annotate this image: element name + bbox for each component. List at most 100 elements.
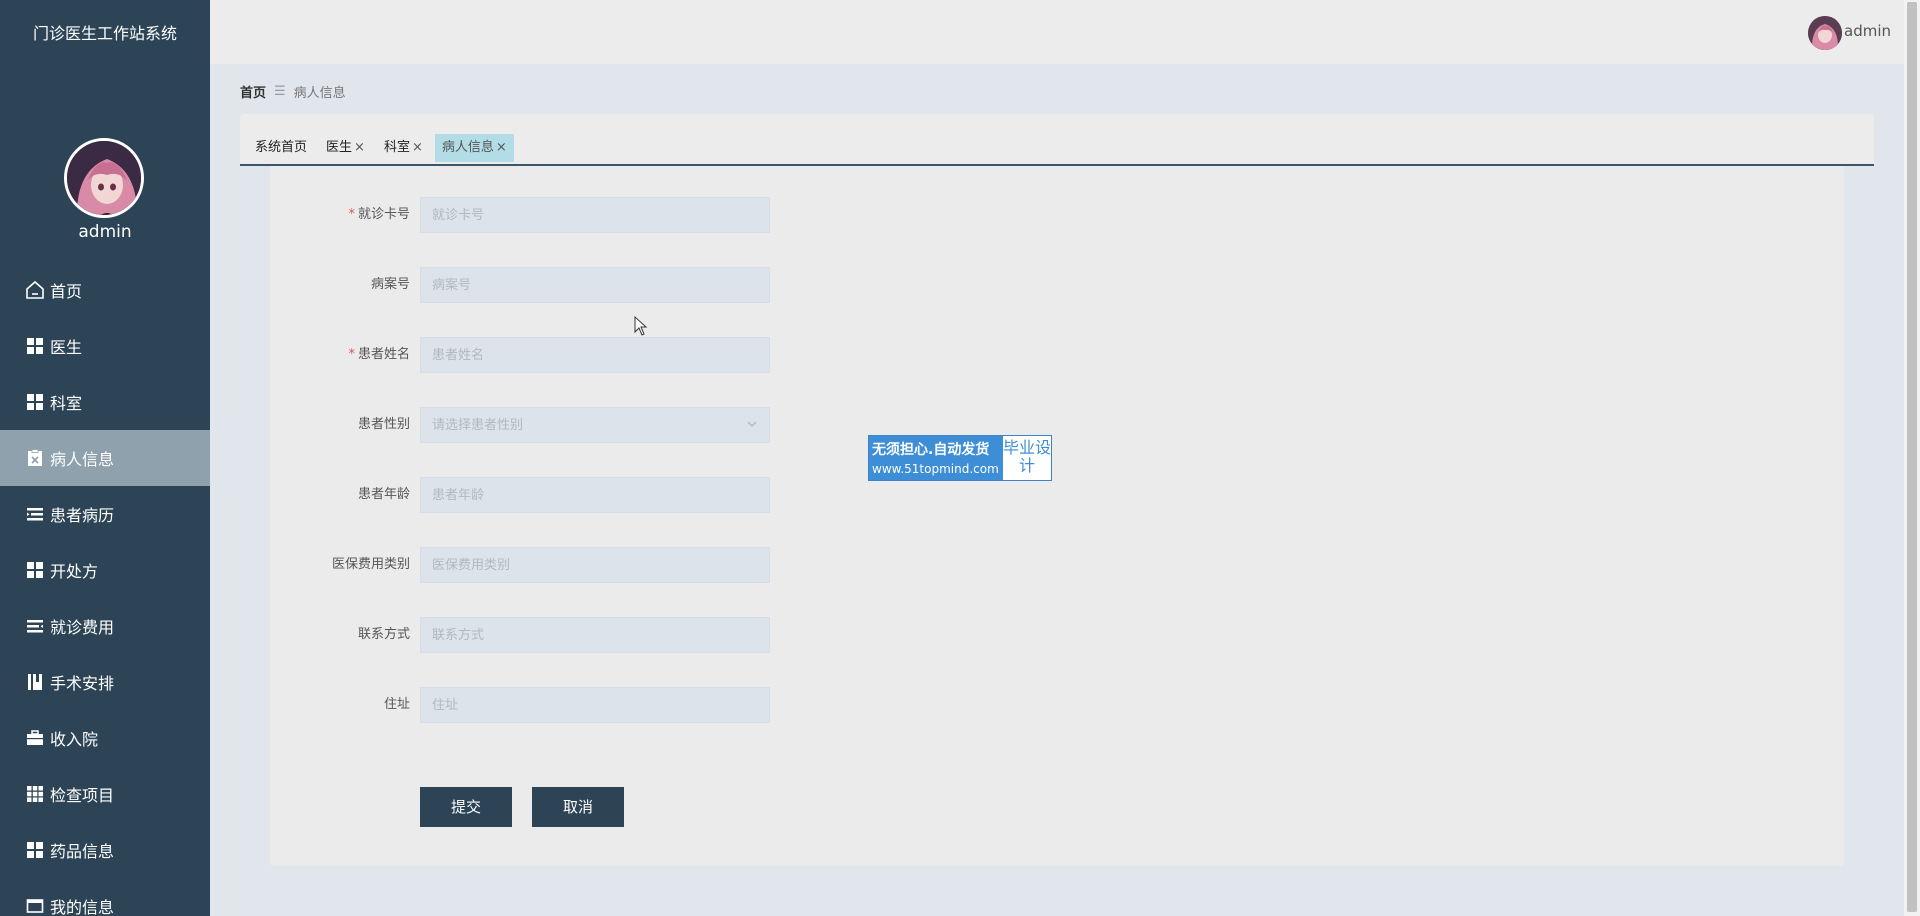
sidebar-item-label: 首页: [50, 282, 83, 301]
grid9-icon: [25, 784, 45, 804]
sidebar-item-prescription[interactable]: 开处方: [0, 542, 210, 598]
form-row-address: 住址: [270, 687, 1070, 723]
card-no-input[interactable]: [420, 197, 770, 233]
form-row-insurance-type: 医保费用类别: [270, 547, 1070, 583]
tab-label: 科室: [383, 140, 410, 155]
tabs-bar: 系统首页 医生 × 科室 × 病人信息 ×: [240, 114, 1874, 166]
tab-doctor[interactable]: 医生 ×: [319, 134, 372, 162]
grid-icon: [25, 840, 45, 860]
watermark-right: 毕业设计: [1003, 438, 1052, 475]
age-input[interactable]: [420, 477, 770, 513]
list-icon: [25, 616, 45, 636]
field-label: 住址: [383, 697, 410, 712]
sidebar-item-department[interactable]: 科室: [0, 374, 210, 430]
breadcrumb-separator-icon: ☰: [274, 84, 286, 99]
watermark-line1: 无须担心.自动发货: [872, 442, 990, 458]
tab-system-home[interactable]: 系统首页: [248, 134, 315, 162]
briefcase-icon: [25, 728, 45, 748]
breadcrumb-current: 病人信息: [293, 86, 346, 101]
tab-label: 病人信息: [441, 140, 494, 155]
grid-icon: [25, 336, 45, 356]
gender-select[interactable]: [420, 407, 770, 443]
app-title: 门诊医生工作站系统: [32, 24, 177, 43]
scrollbar-thumb[interactable]: [1907, 2, 1917, 912]
insurance-type-input[interactable]: [420, 547, 770, 583]
chevron-down-icon: [747, 421, 757, 427]
close-icon[interactable]: ×: [354, 140, 365, 155]
field-label: 患者年龄: [357, 487, 410, 502]
sidebar-item-patient-info[interactable]: 病人信息: [0, 430, 210, 486]
sidebar-item-label: 药品信息: [50, 842, 115, 861]
form-label: 患者年龄: [270, 477, 410, 513]
header-avatar[interactable]: [1808, 16, 1842, 50]
page-scrollbar[interactable]: [1904, 0, 1920, 916]
sidebar-item-label: 收入院: [50, 730, 99, 749]
header-username[interactable]: admin: [1844, 22, 1904, 40]
tab-label: 医生: [326, 140, 353, 155]
close-icon[interactable]: ×: [412, 140, 423, 155]
sidebar-item-surgery[interactable]: 手术安排: [0, 654, 210, 710]
form-label: 患者性别: [270, 407, 410, 443]
address-input[interactable]: [420, 687, 770, 723]
tab-patient-info[interactable]: 病人信息 ×: [434, 134, 514, 162]
card-icon: [25, 896, 45, 916]
sidebar-item-visit-fee[interactable]: 就诊费用: [0, 598, 210, 654]
watermark-left: 无须担心.自动发货 www.51topmind.com: [869, 436, 1003, 480]
sidebar-item-label: 检查项目: [50, 786, 115, 805]
form-label: 医保费用类别: [270, 547, 410, 583]
sidebar-item-my-info[interactable]: 我的信息: [0, 878, 210, 916]
form-row-age: 患者年龄: [270, 477, 1070, 513]
sidebar-item-drug[interactable]: 药品信息: [0, 822, 210, 878]
tab-label: 系统首页: [255, 140, 308, 155]
form-row-patient-name: * 患者姓名: [270, 337, 1070, 373]
required-mark: *: [348, 207, 355, 222]
required-mark: *: [348, 347, 355, 362]
sidebar-avatar: [64, 138, 144, 218]
home-icon: [25, 280, 45, 300]
sidebar-username: admin: [78, 222, 132, 242]
watermark-logo: 无须担心.自动发货 www.51topmind.com 毕业设计: [868, 435, 1052, 481]
field-label: 医保费用类别: [331, 557, 410, 572]
grid-icon: [25, 560, 45, 580]
sidebar-item-label: 科室: [50, 394, 83, 413]
form-label: 联系方式: [270, 617, 410, 653]
sidebar-item-label: 病人信息: [50, 450, 115, 469]
field-label: 就诊卡号: [357, 207, 410, 222]
field-label: 患者姓名: [357, 347, 410, 362]
sidebar-menu: 首页 医生 科室 病人信息 患者病历 开处方 就诊费用 手术安排 收入院 检查项…: [0, 262, 210, 916]
sidebar-item-label: 手术安排: [50, 674, 115, 693]
case-no-input[interactable]: [420, 267, 770, 303]
sidebar-item-label: 我的信息: [50, 898, 115, 916]
sidebar: 门诊医生工作站系统 admin 首页 医生 科室 病人信息 患者病历 开处方 就…: [0, 0, 210, 916]
form-label: * 就诊卡号: [270, 197, 410, 233]
contact-input[interactable]: [420, 617, 770, 653]
close-icon[interactable]: ×: [496, 140, 507, 155]
sidebar-item-doctor[interactable]: 医生: [0, 318, 210, 374]
patient-name-input[interactable]: [420, 337, 770, 373]
sidebar-item-admission[interactable]: 收入院: [0, 710, 210, 766]
clipboard-icon: [25, 448, 45, 468]
tab-department[interactable]: 科室 ×: [376, 134, 430, 162]
sidebar-item-label: 医生: [50, 338, 83, 357]
avatar-image: [1808, 16, 1842, 50]
top-header: admin: [210, 0, 1904, 64]
sidebar-item-exam[interactable]: 检查项目: [0, 766, 210, 822]
form-row-card-no: * 就诊卡号: [270, 197, 1070, 233]
list-icon: [25, 504, 45, 524]
cancel-button[interactable]: 取消: [532, 787, 624, 827]
field-label: 病案号: [370, 277, 410, 292]
sidebar-item-medical-record[interactable]: 患者病历: [0, 486, 210, 542]
form-row-case-no: 病案号: [270, 267, 1070, 303]
breadcrumb: 首页 ☰ 病人信息: [240, 82, 346, 101]
form-label: * 患者姓名: [270, 337, 410, 373]
submit-button[interactable]: 提交: [420, 787, 512, 827]
mouse-cursor-icon: [634, 316, 648, 336]
sidebar-item-label: 开处方: [50, 562, 99, 581]
sidebar-item-home[interactable]: 首页: [0, 262, 210, 318]
watermark-line2: www.51topmind.com: [872, 462, 999, 476]
sidebar-item-label: 就诊费用: [50, 618, 115, 637]
grid-icon: [25, 392, 45, 412]
breadcrumb-home[interactable]: 首页: [240, 82, 266, 101]
field-label: 患者性别: [357, 417, 410, 432]
book-icon: [25, 672, 45, 692]
